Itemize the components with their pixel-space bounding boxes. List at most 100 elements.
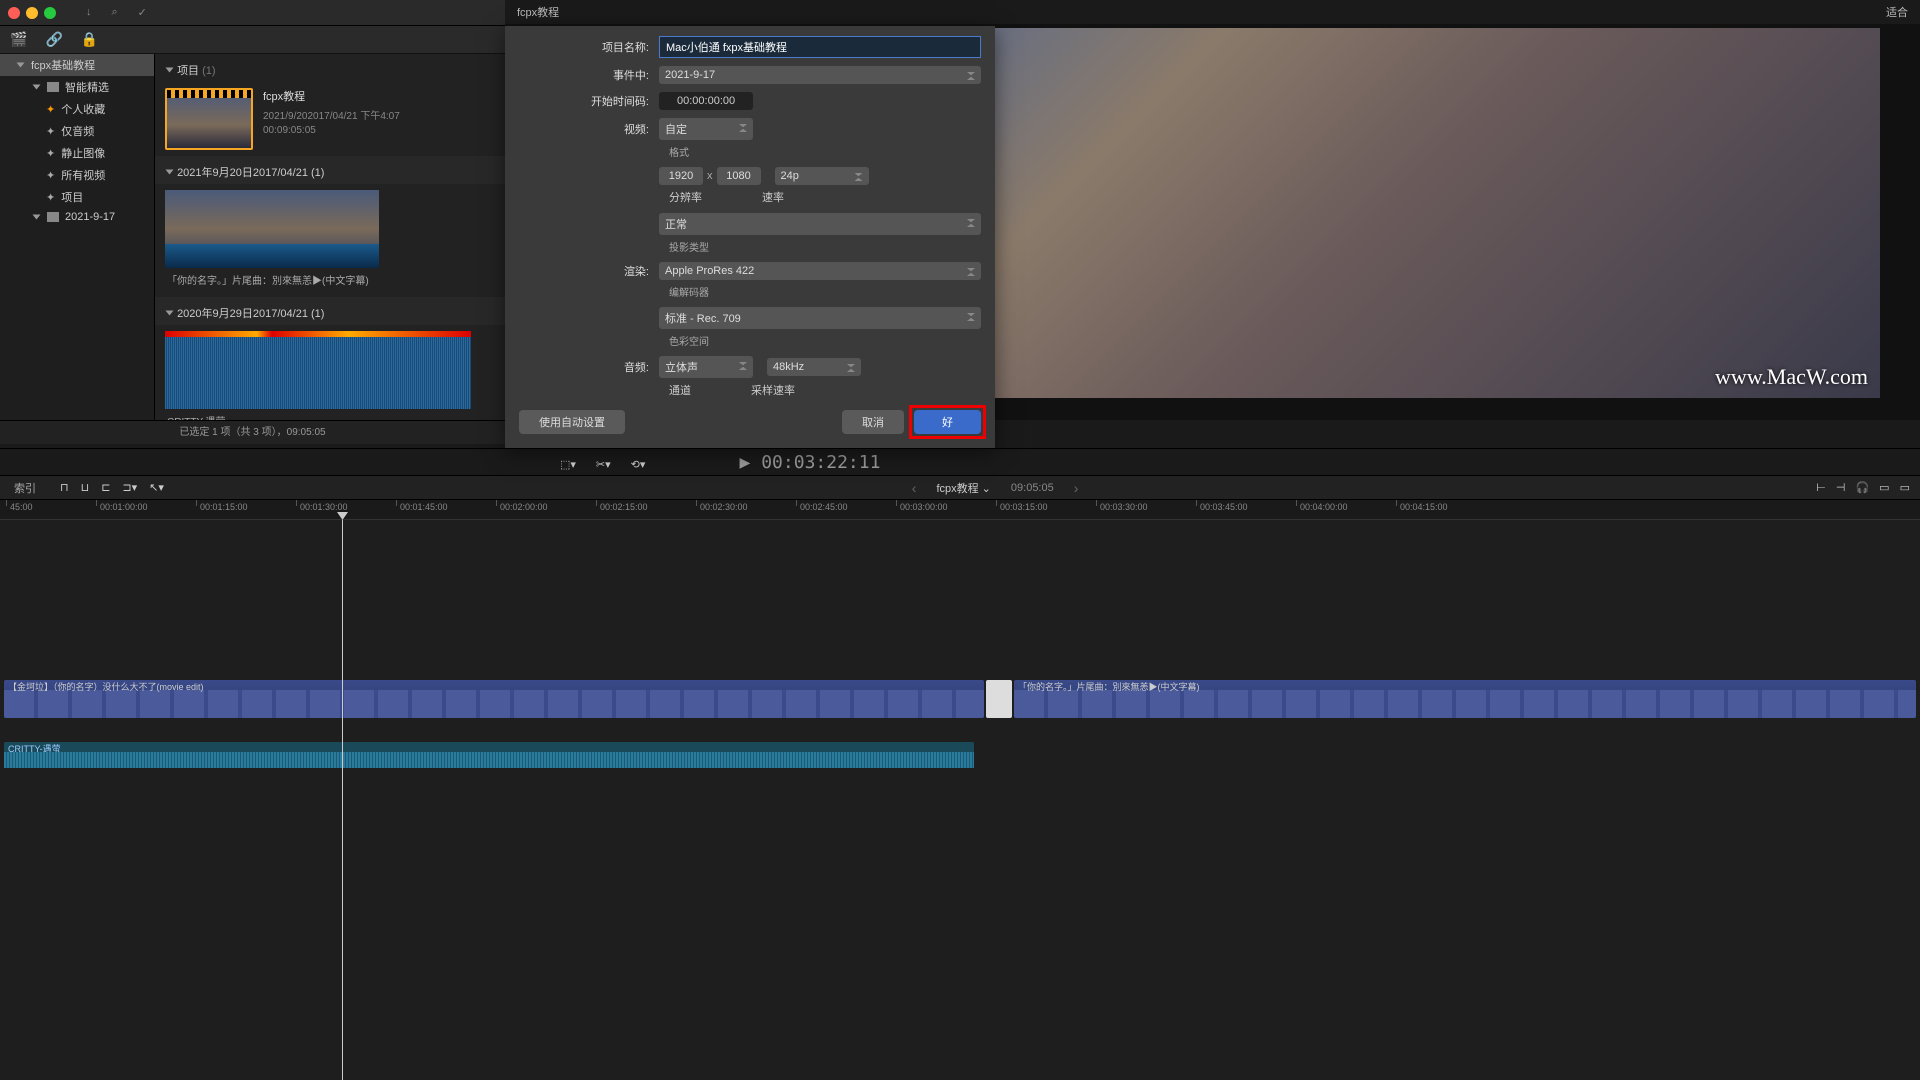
snap-icon[interactable]: ⊢ <box>1816 481 1826 494</box>
sidebar-item-audio[interactable]: ✦仅音频 <box>0 120 154 142</box>
keyword-icon[interactable]: ⌕ <box>112 6 118 19</box>
timeline-gap[interactable] <box>986 680 1012 718</box>
lock-icon[interactable]: 🔒 <box>81 31 98 48</box>
maximize-icon[interactable] <box>44 7 56 19</box>
timeline-header: 索引 ⊓ ⊔ ⊏ ⊐▾ ↖▾ ‹ fcpx教程 ⌄ 09:05:05 › ⊢ ⊣… <box>0 476 1920 500</box>
timecode-input[interactable]: 00:00:00:00 <box>659 92 753 110</box>
skimming-icon[interactable]: ⊣ <box>1836 481 1846 494</box>
sidebar-item-stills[interactable]: ✦静止图像 <box>0 142 154 164</box>
clip-label: 「你的名字。」片尾曲：別來無恙▶(中文字幕) <box>165 268 495 291</box>
highlight-annotation: 好 <box>909 405 986 439</box>
disclosure-icon <box>33 215 41 220</box>
index-button[interactable]: 索引 <box>0 480 50 496</box>
playhead[interactable] <box>342 520 343 1080</box>
sidebar-item-favorites[interactable]: ✦个人收藏 <box>0 98 154 120</box>
timeline-tracks[interactable]: 【金坷垃】（你的名字）没什么大不了(movie edit) 「你的名字。」片尾曲… <box>0 520 1920 1080</box>
viewer-zoom-dropdown[interactable]: 适合 <box>1886 4 1908 20</box>
height-input[interactable]: 1080 <box>717 167 761 185</box>
format-select[interactable]: 自定 <box>659 118 753 140</box>
sidebar-library-root[interactable]: fcpx基础教程 <box>0 54 154 76</box>
disclosure-icon[interactable] <box>166 68 174 73</box>
format-hint: 格式 <box>669 144 981 159</box>
disclosure-icon[interactable] <box>166 170 174 175</box>
samplerate-hint: 采样速率 <box>751 382 795 398</box>
minimize-icon[interactable] <box>26 7 38 19</box>
enhance-tool-icon[interactable]: ✂▾ <box>596 458 611 471</box>
video-label: 视频: <box>519 121 659 137</box>
cancel-button[interactable]: 取消 <box>842 410 904 434</box>
watermark: www.MacW.com <box>1715 364 1868 390</box>
channels-hint: 通道 <box>669 382 691 398</box>
x-separator: x <box>703 170 717 182</box>
history-forward-icon[interactable]: › <box>1074 480 1079 496</box>
sidebar-event[interactable]: 2021-9-17 <box>0 208 154 226</box>
timeline-audio-clip[interactable]: CRITTY-遇萤 <box>4 742 974 768</box>
timeline-right-icons: ⊢ ⊣ 🎧 ▭ ▭ <box>1816 481 1920 494</box>
disclosure-icon <box>33 85 41 90</box>
insert-icon[interactable]: ⊔ <box>81 481 90 494</box>
rate-hint: 速率 <box>762 189 784 205</box>
sidebar-smart-collections[interactable]: 智能精选 <box>0 76 154 98</box>
titlebar-tools: ↓ ⌕ ✓ <box>86 6 147 19</box>
timeline-video-clip[interactable]: 「你的名字。」片尾曲：別來無恙▶(中文字幕) <box>1014 680 1916 718</box>
timeline-duration: 09:05:05 <box>1011 482 1054 494</box>
audio-clip[interactable]: CRITTY-遇萤 <box>155 325 505 420</box>
fps-select[interactable]: 24p <box>775 167 869 185</box>
retime-tool-icon[interactable]: ⟲▾ <box>631 458 646 471</box>
library-icon[interactable]: 🎬 <box>10 31 27 48</box>
ok-button[interactable]: 好 <box>914 410 981 434</box>
timecode-display[interactable]: ▶ 00:0 3:22:11 <box>740 452 881 473</box>
clip-appearance-icon[interactable]: ▭ <box>1900 481 1910 494</box>
event-icon <box>47 212 59 222</box>
import-icon[interactable]: ↓ <box>86 6 92 19</box>
folder-icon <box>47 82 59 92</box>
project-thumbnail <box>165 88 253 150</box>
viewer-title: fcpx教程 <box>517 4 559 20</box>
arrow-tool-icon[interactable]: ↖▾ <box>149 481 164 494</box>
transform-tool-icon[interactable]: ⬚▾ <box>560 458 576 471</box>
projection-select[interactable]: 正常 <box>659 213 981 235</box>
render-label: 渲染: <box>519 263 659 279</box>
project-name: fcpx教程 <box>263 88 495 104</box>
window-controls <box>8 7 56 19</box>
event-label: 事件中: <box>519 67 659 83</box>
name-label: 项目名称: <box>519 39 659 55</box>
timeline-ruler[interactable]: 45:00 00:01:00:00 00:01:15:00 00:01:30:0… <box>0 500 1920 520</box>
solo-icon[interactable]: ▭ <box>1879 481 1889 494</box>
browser-section-projects: 项目 (1) <box>155 54 505 82</box>
library-name: fcpx基础教程 <box>31 57 95 73</box>
timeline-project-name[interactable]: fcpx教程 ⌄ <box>936 480 990 496</box>
clip-thumbnail <box>165 331 471 409</box>
project-clip[interactable]: fcpx教程 2021/9/202017/04/21 下午4:07 00:09:… <box>155 82 505 156</box>
timeline: 索引 ⊓ ⊔ ⊏ ⊐▾ ↖▾ ‹ fcpx教程 ⌄ 09:05:05 › ⊢ ⊣… <box>0 476 1920 1080</box>
media-icon[interactable]: 🔗 <box>45 31 62 48</box>
project-date: 2021/9/202017/04/21 下午4:07 <box>263 110 495 124</box>
codec-select[interactable]: Apple ProRes 422 <box>659 262 981 280</box>
browser-statusbar: 已选定 1 项（共 3 项），09:05:05 <box>0 420 505 444</box>
disclosure-icon[interactable] <box>166 311 174 316</box>
channels-select[interactable]: 立体声 <box>659 356 753 378</box>
width-input[interactable]: 1920 <box>659 167 703 185</box>
close-icon[interactable] <box>8 7 20 19</box>
resolution-hint: 分辨率 <box>669 189 702 205</box>
auto-settings-button[interactable]: 使用自动设置 <box>519 410 625 434</box>
history-back-icon[interactable]: ‹ <box>912 480 917 496</box>
connect-icon[interactable]: ⊓ <box>60 481 69 494</box>
library-sidebar: fcpx基础教程 智能精选 ✦个人收藏 ✦仅音频 ✦静止图像 ✦所有视频 ✦项目… <box>0 54 155 420</box>
samplerate-select[interactable]: 48kHz <box>767 358 861 376</box>
event-select[interactable]: 2021-9-17 <box>659 66 981 84</box>
append-icon[interactable]: ⊏ <box>101 481 110 494</box>
background-tasks-icon[interactable]: ✓ <box>138 6 147 19</box>
video-clip[interactable]: 「你的名字。」片尾曲：別來無恙▶(中文字幕) <box>155 184 505 297</box>
colorspace-hint: 色彩空间 <box>669 333 981 348</box>
media-browser: 项目 (1) fcpx教程 2021/9/202017/04/21 下午4:07… <box>155 54 505 420</box>
timeline-tool-icons: ⊓ ⊔ ⊏ ⊐▾ ↖▾ <box>50 481 174 494</box>
overwrite-icon[interactable]: ⊐▾ <box>122 481 137 494</box>
disclosure-icon <box>17 63 25 68</box>
colorspace-select[interactable]: 标准 - Rec. 709 <box>659 307 981 329</box>
audio-skim-icon[interactable]: 🎧 <box>1855 481 1869 494</box>
sidebar-item-videos[interactable]: ✦所有视频 <box>0 164 154 186</box>
project-name-input[interactable] <box>659 36 981 58</box>
sidebar-item-projects[interactable]: ✦项目 <box>0 186 154 208</box>
timeline-video-clip[interactable]: 【金坷垃】（你的名字）没什么大不了(movie edit) <box>4 680 984 718</box>
